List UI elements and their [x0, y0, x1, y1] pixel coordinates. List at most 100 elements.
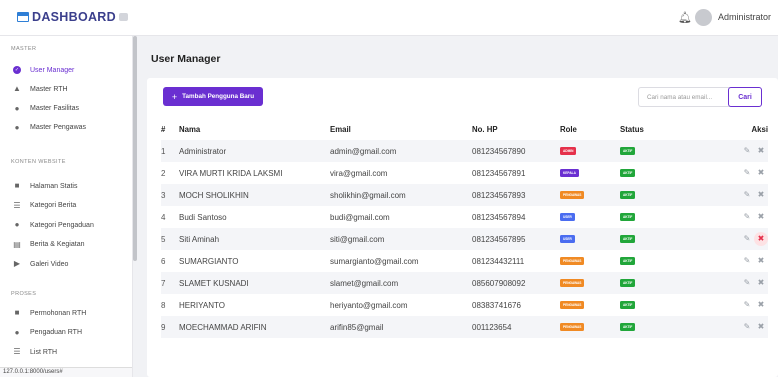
table-row: 9 MOECHAMMAD ARIFIN arifin85@gmail 00112365…	[161, 316, 768, 338]
cell-aksi: ✎ ✖	[700, 228, 768, 250]
user-circle-icon: ✓	[13, 66, 21, 74]
cell-no: 9	[161, 316, 179, 338]
delete-icon[interactable]: ✖	[754, 298, 768, 312]
brand-text: DASHBOARD	[32, 10, 116, 24]
file-icon: ■	[14, 181, 20, 190]
cell-hp: 081234567891	[472, 168, 526, 178]
avatar[interactable]	[695, 9, 712, 26]
sidebar-item-halaman-statis[interactable]: ■ Halaman Statis	[13, 180, 78, 192]
sidebar-item-kategori-pengaduan[interactable]: ● Kategori Pengaduan	[13, 219, 94, 231]
sidebar-item-pengaduan-rth[interactable]: ● Pengaduan RTH	[13, 327, 82, 339]
cell-hp: 08383741676	[472, 300, 521, 310]
cell-no: 3	[161, 184, 179, 206]
cell-no: 8	[161, 300, 166, 310]
edit-icon[interactable]: ✎	[740, 166, 754, 180]
notification-bell-icon[interactable]: 🔔︎	[678, 11, 692, 24]
sidebar-item-master-pengawas[interactable]: ● Master Pengawas	[13, 122, 86, 134]
search-input[interactable]	[638, 87, 731, 107]
edit-icon[interactable]: ✎	[740, 320, 754, 334]
status-badge: AKTIF	[620, 323, 636, 332]
sidebar-section-label: PROSES	[11, 291, 37, 297]
table-row: 4 Budi Santoso budi@gmail.com 081234567894 U…	[161, 206, 768, 228]
delete-icon[interactable]: ✖	[754, 320, 768, 334]
cell-nama: SUMARGIANTO	[179, 256, 239, 266]
cell-hp: 001123654	[472, 316, 560, 338]
cell-aksi: ✎ ✖	[700, 206, 768, 228]
sidebar-item-master-rth[interactable]: ▲ Master RTH	[13, 83, 68, 95]
delete-icon[interactable]: ✖	[754, 232, 768, 246]
list-icon: ☰	[13, 200, 21, 210]
delete-icon[interactable]: ✖	[754, 276, 768, 290]
edit-icon[interactable]: ✎	[740, 188, 754, 202]
sidebar-item-label: Master RTH	[30, 85, 68, 93]
sidebar-item-berita-kegiatan[interactable]: ▤ Berita & Kegiatan	[13, 239, 84, 251]
cell-aksi: ✎ ✖	[700, 162, 768, 184]
delete-icon[interactable]: ✖	[754, 144, 768, 158]
sidebar-item-label: Master Pengawas	[30, 124, 87, 132]
cell-no: 4	[161, 212, 166, 222]
cell-no: 6	[161, 256, 166, 266]
sidebar-section-label: KONTEN WEBSITE	[11, 159, 66, 165]
role-badge: PENGAWAS	[560, 301, 585, 310]
sidebar-toggle-button[interactable]	[119, 13, 128, 21]
cell-role: KEPALA	[560, 162, 620, 184]
edit-icon[interactable]: ✎	[740, 298, 754, 312]
cell-status: AKTIF	[620, 162, 700, 184]
file-icon: ■	[14, 308, 20, 317]
user-name[interactable]: Administrator	[718, 12, 771, 22]
users-icon: ●	[14, 327, 20, 337]
delete-icon[interactable]: ✖	[754, 166, 768, 180]
col-role-header: Role	[560, 124, 577, 134]
role-badge: PENGAWAS	[560, 279, 585, 288]
cell-no: 2	[161, 168, 166, 178]
role-badge: ADMIN	[560, 147, 577, 156]
cell-email: sumargianto@gmail.com	[330, 256, 419, 266]
col-status-header: Status	[620, 124, 644, 134]
col-no-header: #	[161, 124, 166, 134]
sidebar-item-galeri-video[interactable]: ▶ Galeri Video	[13, 258, 68, 270]
sidebar-item-kategori-berita[interactable]: ☰ Kategori Berita	[13, 200, 76, 212]
cell-status: AKTIF	[620, 250, 700, 272]
delete-icon[interactable]: ✖	[754, 254, 768, 268]
sidebar-scrollbar[interactable]	[133, 36, 137, 261]
col-hp-header: No. HP	[472, 124, 498, 134]
edit-icon[interactable]: ✎	[740, 254, 754, 268]
sidebar-item-list-rth[interactable]: ☰ List RTH	[13, 346, 57, 358]
cell-nama: MOCH SHOLIKHIN	[179, 184, 330, 206]
cell-status: AKTIF	[620, 316, 700, 338]
cell-nama: Administrator	[179, 140, 330, 162]
cell-nama: Siti Aminah	[179, 228, 330, 250]
edit-icon[interactable]: ✎	[740, 210, 754, 224]
add-user-button[interactable]: + Tambah Pengguna Baru	[163, 87, 263, 106]
delete-icon[interactable]: ✖	[754, 188, 768, 202]
sidebar-item-permohonan-rth[interactable]: ■ Permohonan RTH	[13, 307, 87, 319]
video-icon: ▶	[13, 259, 21, 268]
cell-email: admin@gmail.com	[330, 140, 472, 162]
edit-icon[interactable]: ✎	[740, 276, 754, 290]
role-badge: USER	[560, 235, 575, 244]
user-table: # Nama Email No. HP Role Status Aksi 1 Ad…	[161, 118, 768, 338]
cell-nama: SLAMET KUSNADI	[179, 272, 330, 294]
user-icon: ●	[14, 122, 20, 132]
sidebar-item-user-manager[interactable]: ✓ User Manager	[13, 64, 74, 76]
cell-hp: 081234567895	[472, 228, 560, 250]
cell-role: USER	[560, 206, 620, 228]
cell-email: siti@gmail.com	[330, 228, 472, 250]
bell-icon: ▲	[13, 84, 21, 94]
search-button[interactable]: Cari	[728, 87, 762, 107]
cell-aksi: ✎ ✖	[700, 184, 768, 206]
delete-icon[interactable]: ✖	[754, 210, 768, 224]
user-table-card: + Tambah Pengguna Baru Cari # Nama Email…	[147, 78, 778, 377]
edit-icon[interactable]: ✎	[740, 144, 754, 158]
status-badge: AKTIF	[620, 213, 636, 222]
col-aksi-header: Aksi	[751, 124, 768, 134]
cell-nama: Budi Santoso	[179, 212, 227, 222]
sidebar-item-label: Master Fasilitas	[30, 105, 80, 113]
sidebar-item-master-fasilitas[interactable]: ● Master Fasilitas	[13, 103, 79, 115]
table-header-row: # Nama Email No. HP Role Status Aksi	[161, 118, 768, 140]
brand-logo[interactable]: DASHBOARD	[17, 10, 116, 24]
status-url: 127.0.0.1:8000/users#	[0, 367, 132, 377]
cell-email: vira@gmail.com	[330, 168, 388, 178]
edit-icon[interactable]: ✎	[740, 232, 754, 246]
cell-role: PENGAWAS	[560, 250, 620, 272]
